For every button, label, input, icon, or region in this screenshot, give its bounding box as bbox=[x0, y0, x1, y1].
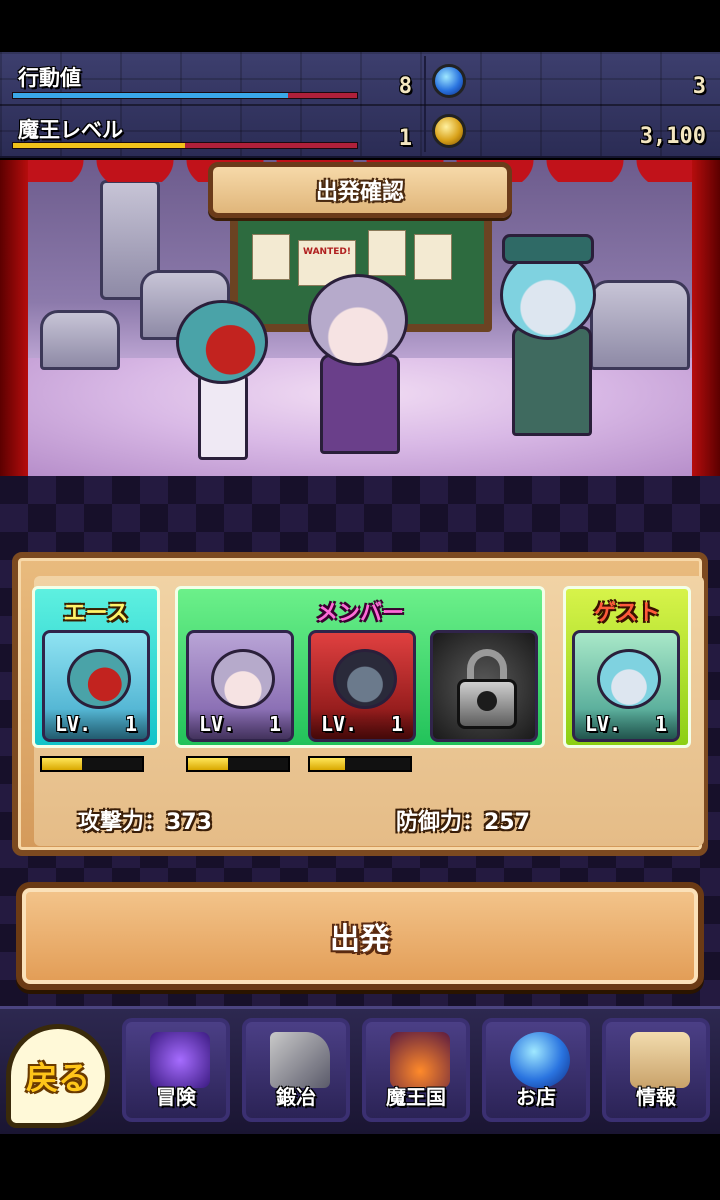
hp-bar-fill bbox=[310, 758, 345, 770]
back-label: 戻る bbox=[25, 1059, 90, 1097]
nav-adventure[interactable]: 冒険 bbox=[122, 1018, 230, 1122]
level-value: 1 bbox=[268, 712, 281, 736]
depart-label: 出発 bbox=[330, 922, 390, 957]
locked-slot[interactable] bbox=[430, 630, 538, 742]
member-portrait bbox=[211, 649, 275, 709]
system-nav-bar bbox=[0, 1134, 720, 1200]
guest-portrait bbox=[597, 649, 661, 709]
gem-shop-icon bbox=[510, 1032, 570, 1088]
member-label: メンバー bbox=[315, 601, 404, 626]
nav-info[interactable]: 情報 bbox=[602, 1018, 710, 1122]
demon-king-level-bar-fill bbox=[13, 143, 185, 148]
tombstone bbox=[590, 280, 690, 370]
nav-label: お店 bbox=[516, 1085, 556, 1109]
castle-icon bbox=[390, 1032, 450, 1088]
ace-hp-bar bbox=[40, 756, 144, 772]
adventure-icon bbox=[150, 1032, 210, 1088]
board-paper bbox=[252, 234, 290, 280]
ace-label: エース bbox=[63, 601, 129, 626]
action-points-label: 行動値 bbox=[18, 66, 81, 90]
level-value: 1 bbox=[390, 712, 403, 736]
nav-label: 冒険 bbox=[156, 1085, 196, 1109]
member-hp-bar bbox=[308, 756, 412, 772]
nav-label: 鍛冶 bbox=[276, 1085, 316, 1109]
gem-count: 3 bbox=[692, 74, 706, 99]
demon-king-level-bar bbox=[12, 142, 358, 149]
lv-prefix: LV. bbox=[199, 712, 236, 736]
level-value: 1 bbox=[654, 712, 667, 736]
level-label: LV. 1 bbox=[189, 709, 291, 739]
skull-icon bbox=[477, 691, 497, 711]
tombstone bbox=[40, 310, 120, 370]
gem-icon bbox=[432, 64, 466, 98]
level-value: 1 bbox=[124, 712, 137, 736]
nav-forge[interactable]: 鍛冶 bbox=[242, 1018, 350, 1122]
action-points-bar bbox=[12, 92, 358, 99]
lv-prefix: LV. bbox=[321, 712, 358, 736]
hammer-icon bbox=[270, 1032, 330, 1088]
member-card[interactable]: LV. 1 bbox=[186, 630, 294, 742]
member-portrait bbox=[333, 649, 397, 709]
nav-label: 情報 bbox=[636, 1085, 676, 1109]
status-row-divider bbox=[0, 104, 720, 106]
hp-bar-fill bbox=[42, 758, 82, 770]
level-label: LV. 1 bbox=[575, 709, 677, 739]
system-bar bbox=[0, 0, 720, 52]
ace-card[interactable]: LV. 1 bbox=[42, 630, 150, 742]
back-button[interactable]: 戻る bbox=[6, 1024, 110, 1128]
confirm-title-plaque: 出発確認 bbox=[208, 162, 512, 218]
ace-portrait bbox=[67, 649, 131, 709]
hp-bar-fill bbox=[188, 758, 228, 770]
curtain-right bbox=[692, 160, 720, 476]
depart-button[interactable]: 出発 bbox=[16, 882, 704, 990]
member-hp-bar bbox=[186, 756, 290, 772]
board-paper bbox=[368, 230, 406, 276]
lv-prefix: LV. bbox=[585, 712, 622, 736]
guest-card[interactable]: LV. 1 bbox=[572, 630, 680, 742]
coin-icon bbox=[432, 114, 466, 148]
board-paper bbox=[414, 234, 452, 280]
level-label: LV. 1 bbox=[311, 709, 413, 739]
demon-king-level-label: 魔王レベル bbox=[18, 118, 123, 142]
level-label: LV. 1 bbox=[45, 709, 147, 739]
nav-shop[interactable]: お店 bbox=[482, 1018, 590, 1122]
curtain-left bbox=[0, 160, 28, 476]
coin-count: 3,100 bbox=[639, 124, 706, 149]
nav-label: 魔王国 bbox=[386, 1085, 446, 1109]
scroll-icon bbox=[630, 1032, 690, 1088]
action-points-bar-fill bbox=[13, 93, 289, 98]
attack-power: 攻撃力：373 bbox=[78, 810, 212, 835]
guest-label: ゲスト bbox=[593, 601, 660, 626]
member-card[interactable]: LV. 1 bbox=[308, 630, 416, 742]
page-title: 出発確認 bbox=[315, 180, 404, 205]
defense-power: 防御力：257 bbox=[396, 810, 530, 835]
lv-prefix: LV. bbox=[55, 712, 92, 736]
nav-demon-kingdom[interactable]: 魔王国 bbox=[362, 1018, 470, 1122]
